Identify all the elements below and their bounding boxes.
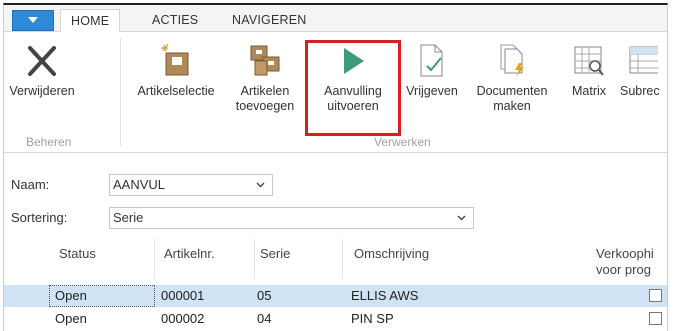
verkoop-header-line2: voor prog	[596, 262, 651, 277]
column-separator	[254, 239, 255, 279]
sortering-value: Serie	[113, 210, 144, 225]
artikelselectie-button[interactable]: Artikelselectie	[128, 42, 224, 99]
box-select-icon	[161, 43, 189, 76]
artikelen-label-line1: Artikelen	[240, 84, 290, 98]
verwijderen-button[interactable]: Verwijderen	[4, 42, 80, 99]
omschrijving-cell[interactable]: ELLIS AWS	[351, 288, 418, 303]
matrix-grid-icon	[574, 46, 604, 76]
grid-icon	[629, 46, 658, 74]
sortering-select[interactable]: Serie	[109, 207, 474, 229]
chevron-down-icon	[457, 215, 466, 221]
documenten-maken-label: Documenten maken	[466, 84, 558, 114]
column-header-serie[interactable]: Serie	[260, 246, 290, 262]
artikelen-label-line2: toevoegen	[235, 99, 295, 113]
documenten-label-line2: maken	[493, 99, 531, 113]
artikelselectie-label: Artikelselectie	[137, 84, 215, 98]
tab-acties[interactable]: ACTIES	[142, 9, 208, 31]
serie-cell[interactable]: 04	[257, 311, 271, 326]
chevron-down-icon	[256, 182, 265, 188]
documenten-maken-button[interactable]: Documenten maken	[466, 42, 558, 114]
vrijgeven-button[interactable]: Vrijgeven	[400, 42, 464, 99]
tab-navigeren[interactable]: NAVIGEREN	[222, 9, 317, 31]
window: HOME ACTIES NAVIGEREN Verwijderen Artike…	[3, 3, 668, 331]
verkoophistorie-checkbox[interactable]	[649, 312, 662, 325]
artikelen-toevoegen-button[interactable]: Artikelen toevoegen	[228, 42, 302, 114]
subrec-label: Subrec	[620, 84, 660, 98]
delete-x-icon	[28, 46, 56, 76]
group-beheren-label: Beheren	[26, 135, 72, 149]
verkoop-header-line1: Verkoophi	[596, 246, 654, 261]
column-header-omschrijving[interactable]: Omschrijving	[354, 246, 429, 262]
column-separator	[342, 239, 343, 279]
verwijderen-label: Verwijderen	[9, 84, 75, 98]
column-header-artikelnr[interactable]: Artikelnr.	[164, 246, 215, 262]
table-row[interactable]: Open 000002 04 PIN SP	[4, 308, 667, 330]
artikelen-toevoegen-label: Artikelen toevoegen	[228, 84, 302, 114]
column-header-verkoophistorie[interactable]: Verkoophi voor prog	[596, 246, 667, 278]
matrix-label: Matrix	[571, 84, 607, 98]
app-menu-button[interactable]	[12, 10, 54, 31]
naam-value: AANVUL	[113, 177, 166, 192]
verkoophistorie-checkbox[interactable]	[649, 289, 662, 302]
boxes-add-icon	[250, 45, 280, 76]
column-header-status[interactable]: Status	[59, 246, 96, 262]
status-cell[interactable]: Open	[55, 311, 87, 326]
documenten-label-line1: Documenten	[476, 84, 548, 98]
document-check-icon	[420, 44, 443, 77]
sortering-label: Sortering:	[11, 210, 68, 225]
table-row[interactable]: Open 000001 05 ELLIS AWS	[4, 285, 667, 307]
grid-header: Status Artikelnr. Serie Omschrijving Ver…	[4, 237, 667, 283]
subrec-button[interactable]: Subrec	[620, 42, 667, 99]
ribbon-tab-bar: HOME ACTIES NAVIGEREN	[4, 5, 667, 32]
matrix-button[interactable]: Matrix	[564, 42, 614, 99]
group-verwerken-label: Verwerken	[374, 135, 431, 149]
documents-create-icon	[500, 44, 524, 77]
naam-label: Naam:	[11, 177, 50, 192]
caret-down-icon	[28, 17, 38, 23]
column-separator	[154, 239, 155, 279]
tab-home[interactable]: HOME	[60, 9, 121, 32]
serie-cell[interactable]: 05	[257, 288, 271, 303]
vrijgeven-label: Vrijgeven	[406, 84, 458, 98]
artikelnr-cell[interactable]: 000002	[161, 311, 204, 326]
group-separator	[120, 38, 121, 146]
status-cell[interactable]: Open	[55, 288, 87, 303]
artikelnr-cell[interactable]: 000001	[161, 288, 204, 303]
omschrijving-cell[interactable]: PIN SP	[351, 311, 394, 326]
highlight-box	[305, 40, 401, 136]
naam-select[interactable]: AANVUL	[109, 174, 273, 196]
